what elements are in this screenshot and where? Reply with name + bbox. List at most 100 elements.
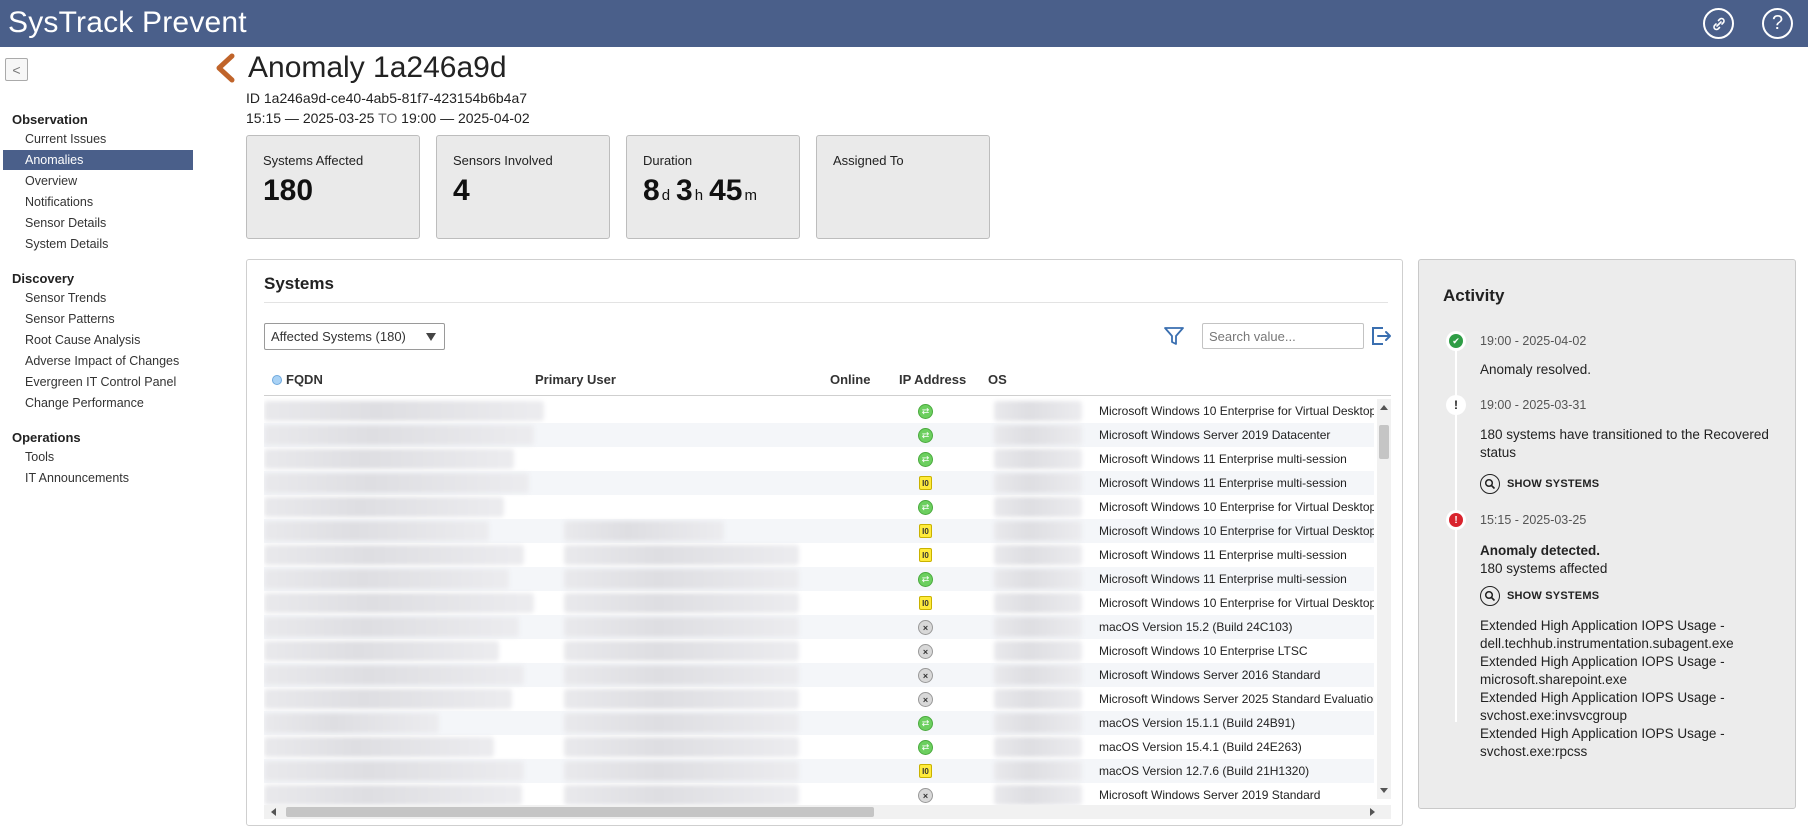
scroll-thumb[interactable] [1379,425,1389,459]
online-status-icon: ⇄ [918,500,933,515]
fqdn-cell-redacted[interactable] [264,665,524,685]
column-ip-address[interactable]: IP Address [899,372,966,387]
table-row[interactable]: ⇄ Microsoft Windows 11 Enterprise multi-s… [264,447,1374,471]
activity-panel: Activity ✔ 19:00 - 2025-04-02 Anomaly re… [1418,259,1796,809]
column-fqdn[interactable]: FQDN [272,372,323,387]
caret-down-icon [426,333,436,341]
vertical-scrollbar[interactable] [1377,399,1391,799]
online-status-icon: ⇄ [918,572,933,587]
show-systems-button[interactable]: SHOW SYSTEMS [1480,473,1599,495]
scroll-thumb[interactable] [286,807,874,817]
fqdn-cell-redacted[interactable] [264,737,494,757]
table-row[interactable]: × Microsoft Windows Server 2019 Standard [264,783,1374,805]
anomaly-id: ID 1a246a9d-ce40-4ab5-81f7-423154b6b4a7 [246,90,528,106]
fqdn-cell-redacted[interactable] [264,689,512,709]
idle-status-icon: I0 [919,524,932,538]
magnifier-icon [1480,474,1500,494]
table-row[interactable]: × macOS Version 15.2 (Build 24C103) [264,615,1374,639]
duration-value: 8 d 3 h 45 m [643,174,763,208]
sensor-item: Extended High Application IOPS Usage - s… [1480,690,1725,723]
fqdn-cell-redacted[interactable] [264,545,524,565]
event-text: Anomaly resolved. [1480,362,1592,377]
filter-icon[interactable] [1161,323,1187,349]
os-cell: Microsoft Windows 10 Enterprise for Virt… [1099,596,1374,610]
table-row[interactable]: ⇄ Microsoft Windows 10 Enterprise for Vir… [264,495,1374,519]
table-row[interactable]: I0 Microsoft Windows 11 Enterprise multi-… [264,543,1374,567]
table-row[interactable]: × Microsoft Windows 10 Enterprise LTSC [264,639,1374,663]
fqdn-cell-redacted[interactable] [264,521,489,541]
event-time: 19:00 - 2025-04-02 [1480,334,1587,348]
table-row[interactable]: ⇄ macOS Version 15.4.1 (Build 24E263) [264,735,1374,759]
ip-address-cell-redacted [994,713,1082,733]
sidebar-item-sensor-patterns[interactable]: Sensor Patterns [3,309,193,329]
sidebar-item-current-issues[interactable]: Current Issues [3,129,193,149]
fqdn-cell-redacted[interactable] [264,785,522,805]
table-row[interactable]: I0 macOS Version 12.7.6 (Build 21H1320) [264,759,1374,783]
table-row[interactable]: ⇄ macOS Version 15.1.1 (Build 24B91) [264,711,1374,735]
column-os[interactable]: OS [988,372,1007,387]
search-input[interactable] [1202,323,1364,349]
sidebar-item-anomalies[interactable]: Anomalies [3,150,193,170]
affected-systems-select[interactable]: Affected Systems (180) [264,323,445,350]
card-duration: Duration 8 d 3 h 45 m [626,135,800,239]
sidebar-item-tools[interactable]: Tools [3,447,193,467]
show-systems-button[interactable]: SHOW SYSTEMS [1480,585,1599,607]
offline-status-icon: × [918,788,933,803]
fqdn-cell-redacted[interactable] [264,593,534,613]
fqdn-cell-redacted[interactable] [264,569,509,589]
duration-hours-unit: h [694,187,704,204]
sidebar-item-adverse-impact[interactable]: Adverse Impact of Changes [3,351,193,371]
fqdn-cell-redacted[interactable] [264,497,504,517]
app-title: SysTrack Prevent [8,6,247,39]
fqdn-cell-redacted[interactable] [264,617,519,637]
table-row[interactable]: ⇄ Microsoft Windows Server 2019 Datacente… [264,423,1374,447]
select-all-dot-icon[interactable] [272,375,282,385]
table-row[interactable]: I0 Microsoft Windows 11 Enterprise multi-… [264,471,1374,495]
scroll-right-icon[interactable] [1370,808,1375,816]
fqdn-cell-redacted[interactable] [264,449,514,469]
table-row[interactable]: I0 Microsoft Windows 10 Enterprise for Vi… [264,591,1374,615]
primary-user-cell-redacted [564,569,799,589]
sidebar-item-notifications[interactable]: Notifications [3,192,193,212]
ip-address-cell-redacted [994,473,1082,493]
sidebar-collapse-button[interactable]: < [5,58,28,81]
sidebar-item-change-performance[interactable]: Change Performance [3,393,193,413]
ip-address-cell-redacted [994,545,1082,565]
table-row[interactable]: × Microsoft Windows Server 2016 Standard [264,663,1374,687]
link-icon[interactable] [1703,8,1734,39]
systems-panel-title: Systems [264,274,334,293]
column-online[interactable]: Online [830,372,870,387]
horizontal-scrollbar[interactable] [264,805,1391,819]
sidebar-item-evergreen-it[interactable]: Evergreen IT Control Panel [3,372,193,392]
card-assigned-to[interactable]: Assigned To [816,135,990,239]
column-primary-user[interactable]: Primary User [535,372,616,387]
scroll-left-icon[interactable] [271,808,276,816]
back-chevron-icon[interactable] [212,53,238,83]
ip-address-cell-redacted [994,425,1082,445]
sidebar-item-sensor-trends[interactable]: Sensor Trends [3,288,193,308]
export-icon[interactable] [1369,324,1393,348]
online-status-icon: ⇄ [918,452,933,467]
duration-days-unit: d [661,187,671,204]
fqdn-cell-redacted[interactable] [264,425,534,445]
fqdn-cell-redacted[interactable] [264,641,499,661]
sidebar-item-sensor-details[interactable]: Sensor Details [3,213,193,233]
table-row[interactable]: ⇄ Microsoft Windows 11 Enterprise multi-s… [264,567,1374,591]
fqdn-cell-redacted[interactable] [264,473,529,493]
table-row[interactable]: I0 Microsoft Windows 10 Enterprise for Vi… [264,519,1374,543]
card-label: Assigned To [833,153,904,168]
sidebar-item-system-details[interactable]: System Details [3,234,193,254]
sidebar-item-overview[interactable]: Overview [3,171,193,191]
table-row[interactable]: ⇄ Microsoft Windows 10 Enterprise for Vir… [264,399,1374,423]
scroll-up-icon[interactable] [1380,405,1388,410]
sidebar-item-root-cause-analysis[interactable]: Root Cause Analysis [3,330,193,350]
scroll-down-icon[interactable] [1380,788,1388,793]
table-row[interactable]: × Microsoft Windows Server 2025 Standard … [264,687,1374,711]
sidebar-item-it-announcements[interactable]: IT Announcements [3,468,193,488]
fqdn-cell-redacted[interactable] [264,713,439,733]
card-label: Duration [643,153,693,168]
help-button[interactable]: ? [1762,8,1793,39]
online-status-icon: ⇄ [918,740,933,755]
fqdn-cell-redacted[interactable] [264,401,544,421]
fqdn-cell-redacted[interactable] [264,761,524,781]
